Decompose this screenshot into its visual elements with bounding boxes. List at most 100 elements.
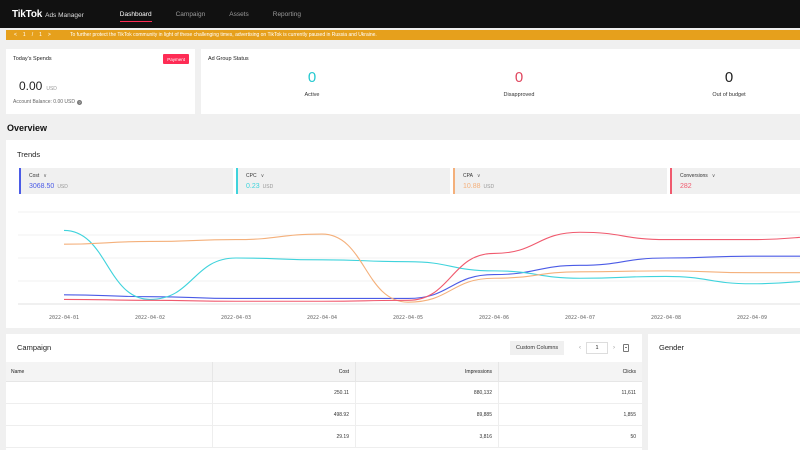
metric-conversions-value-wrap: 282 [680,183,695,190]
custom-columns-button[interactable]: Custom Columns [510,341,565,355]
metric-cost-value-wrap: 3068.50 USD [29,183,68,190]
spend-title: Today's Spends [13,56,52,62]
cell-impressions: 3,816 [356,426,499,447]
campaign-table: Name Cost Impressions Clicks 250.11 880,… [6,362,642,448]
cell-cost: 29.19 [213,426,356,447]
table-row[interactable]: 498.92 89,885 1,855 [6,404,642,426]
x-tick-label: 2022-04-09 [737,315,767,321]
gender-card: Gender [648,334,800,450]
series-line-cpa [63,233,800,303]
metric-cost-label: Cost [29,173,40,179]
spend-amount: 0.00 [19,79,43,93]
top-nav-bar: TikTok Ads Manager Dashboard Campaign As… [0,0,800,28]
account-balance-text: Account Balance: 0.00 USD [13,99,75,105]
cell-clicks: 1,855 [623,411,636,418]
metric-cpa-label: CPA [463,173,473,179]
stat-active-value: 0 [307,69,317,86]
x-tick-label: 2022-04-06 [479,315,509,321]
metric-cpa-header: CPA ∨ [463,173,481,179]
account-balance: Account Balance: 0.00 USD ? [13,99,82,105]
chevron-down-icon[interactable]: ∨ [712,173,716,179]
x-tick-label: 2022-04-03 [221,315,251,321]
nav-campaign[interactable]: Campaign [164,0,218,28]
stat-disapproved-value: 0 [514,69,524,86]
metric-cpc-unit: USD [262,184,274,190]
pager-prev-icon[interactable]: ‹ [574,345,586,351]
column-header-name[interactable]: Name [6,362,213,381]
main-nav: Dashboard Campaign Assets Reporting [108,0,313,28]
metric-cpc-value: 0.23 [246,183,260,190]
cell-name [6,382,213,403]
cell-impressions: 89,885 [356,404,499,425]
metric-cost-unit: USD [57,184,68,190]
stat-out-of-budget[interactable]: 0 Out of budget [679,69,779,98]
column-header-impressions[interactable]: Impressions [356,362,499,381]
table-row[interactable]: 29.19 3,816 50 [6,426,642,448]
column-header-clicks[interactable]: Clicks [499,362,642,381]
stat-active-label: Active [304,92,320,98]
metric-cost-value: 3068.50 [29,183,55,190]
metric-cpc[interactable]: CPC ∨ 0.23 USD [236,168,450,194]
table-row[interactable]: 250.11 880,132 11,611 [6,382,642,404]
metric-cpa-unit: USD [483,184,495,190]
table-header: Name Cost Impressions Clicks [6,362,642,382]
x-tick-label: 2022-04-07 [565,315,595,321]
x-tick-label: 2022-04-04 [307,315,337,321]
trends-line-chart[interactable]: 2022-04-01 2022-04-02 2022-04-03 2022-04-04… [6,200,800,326]
metric-conversions[interactable]: Conversions ∨ 282 [670,168,800,194]
x-tick-label: 2022-04-05 [393,315,423,321]
stat-disapproved[interactable]: 0 Disapproved [469,69,569,98]
pager-next-icon[interactable]: › [608,345,620,351]
cell-cost: 498.92 [213,404,356,425]
chevron-down-icon[interactable]: ∨ [477,173,481,179]
logo-text: TikTok [12,8,43,20]
column-header-cost[interactable]: Cost [213,362,356,381]
metric-conversions-header: Conversions ∨ [680,173,715,179]
trends-title: Trends [17,150,41,159]
banner-next-button[interactable]: > [48,32,51,38]
page-number-input[interactable] [586,342,608,354]
x-tick-label: 2022-04-08 [651,315,681,321]
cell-clicks: 11,611 [621,389,636,396]
banner-prev-button[interactable]: < [14,32,17,38]
metric-cpc-label: CPC [246,173,257,179]
info-icon[interactable]: ? [76,99,82,105]
chevron-down-icon[interactable]: ∨ [261,173,265,179]
ad-group-status-card: Ad Group Status 0 Active 0 Disapproved 0… [201,49,800,114]
nav-reporting[interactable]: Reporting [261,0,313,28]
stat-out-of-budget-value: 0 [724,69,734,86]
payment-button[interactable]: Payment [163,54,189,64]
gender-title: Gender [659,343,685,352]
cell-name [6,426,213,447]
metric-cpa-value-wrap: 10.88 USD [463,183,494,190]
chevron-down-icon[interactable]: ∨ [43,173,47,179]
notice-banner: < 1 / 1 > To further protect the TikTok … [6,30,800,40]
metric-conversions-value: 282 [680,183,692,190]
spend-value: 0.00 USD [19,79,57,93]
metric-cost[interactable]: Cost ∨ 3068.50 USD [19,168,233,194]
nav-assets[interactable]: Assets [217,0,261,28]
status-title: Ad Group Status [208,56,249,62]
logo-subtitle: Ads Manager [45,11,84,19]
x-tick-label: 2022-04-02 [135,315,165,321]
banner-separator: / [31,32,34,38]
cell-cost: 250.11 [213,382,356,403]
banner-page: 1 [22,32,26,38]
metric-conversions-label: Conversions [680,173,708,179]
series-line-conversions [63,231,800,302]
tiktok-logo[interactable]: TikTok Ads Manager [12,9,84,20]
metric-cpc-value-wrap: 0.23 USD [246,183,273,190]
campaign-card: Campaign Custom Columns ‹ › Name Cost Im… [6,334,642,450]
overview-title: Overview [7,123,48,133]
banner-total: 1 [39,32,42,38]
campaign-pager: ‹ › [574,341,620,355]
trends-card: Trends Cost ∨ 3068.50 USD CPC ∨ 0.23 USD… [6,140,800,328]
metric-cpa[interactable]: CPA ∨ 10.88 USD [453,168,667,194]
nav-dashboard[interactable]: Dashboard [108,0,164,28]
stat-disapproved-label: Disapproved [503,92,535,98]
metric-cpa-value: 10.88 [463,183,481,190]
stat-active[interactable]: 0 Active [262,69,362,98]
export-icon[interactable] [623,344,629,352]
campaign-title: Campaign [17,343,52,352]
stat-out-of-budget-label: Out of budget [712,92,746,98]
